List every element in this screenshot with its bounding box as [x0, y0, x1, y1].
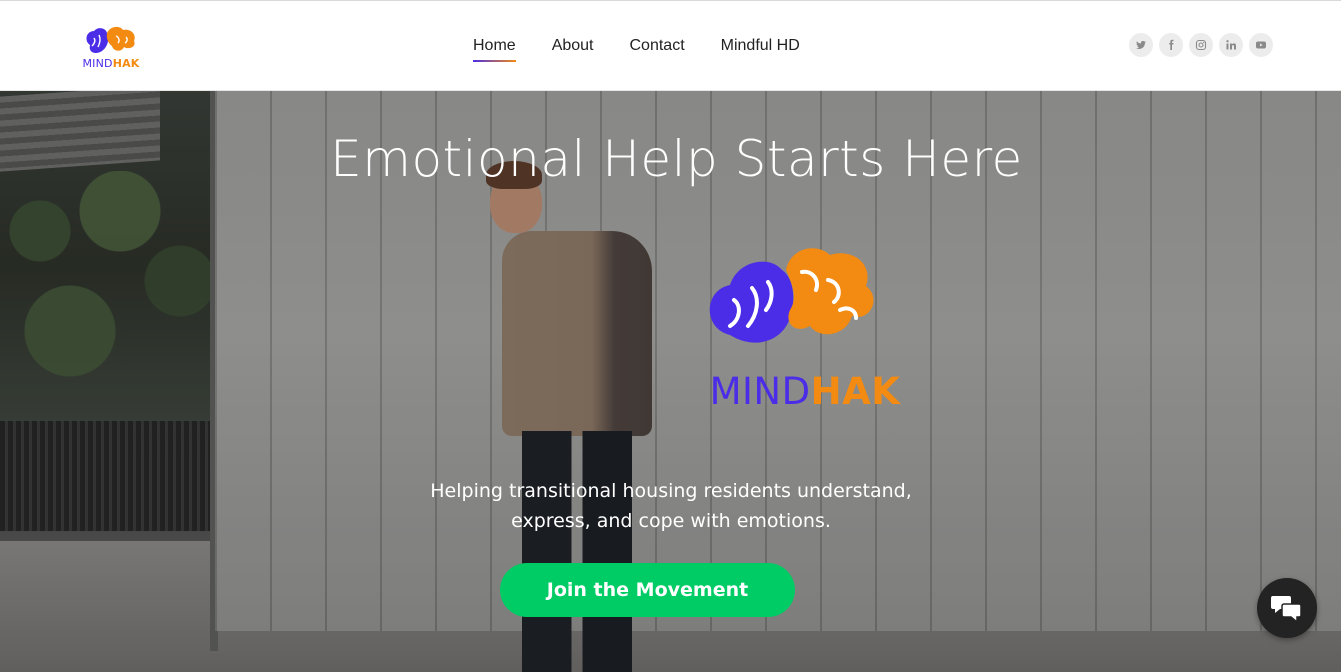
youtube-icon[interactable]	[1249, 33, 1273, 57]
nav-mindful-hd[interactable]: Mindful HD	[721, 37, 800, 55]
nav-about[interactable]: About	[552, 37, 594, 55]
facebook-icon[interactable]	[1159, 33, 1183, 57]
logo-mind-text: MIND	[82, 57, 113, 70]
hero-title: Emotional Help Starts Here	[330, 130, 1023, 188]
hero-logo-mind-text: MIND	[709, 370, 811, 413]
nav-contact[interactable]: Contact	[630, 37, 685, 55]
hero-subtitle-line-1: Helping transitional housing residents u…	[430, 480, 912, 502]
hero-subtitle-line-2: express, and cope with emotions.	[511, 510, 831, 532]
instagram-icon[interactable]	[1189, 33, 1213, 57]
site-header: MINDHAK Home About Contact Mindful HD	[0, 0, 1341, 91]
logo-hak-text: HAK	[112, 57, 140, 70]
chat-widget-button[interactable]	[1257, 578, 1317, 638]
chat-bubbles-icon	[1271, 596, 1302, 623]
hero-logo: MINDHAK	[690, 240, 920, 415]
brain-logo-icon	[709, 248, 874, 343]
hero-logo-hak-text: HAK	[810, 370, 901, 413]
hero-subtitle: Helping transitional housing residents u…	[371, 476, 971, 536]
join-movement-button[interactable]: Join the Movement	[500, 563, 795, 617]
linkedin-icon[interactable]	[1219, 33, 1243, 57]
site-logo[interactable]: MINDHAK	[80, 23, 142, 71]
main-nav: Home About Contact Mindful HD	[473, 37, 836, 62]
brain-logo-icon	[86, 26, 135, 53]
hero-logo-wordmark: MINDHAK	[690, 370, 920, 413]
nav-home[interactable]: Home	[473, 37, 516, 62]
social-links	[1129, 33, 1273, 57]
logo-wordmark: MINDHAK	[80, 57, 142, 70]
twitter-icon[interactable]	[1129, 33, 1153, 57]
